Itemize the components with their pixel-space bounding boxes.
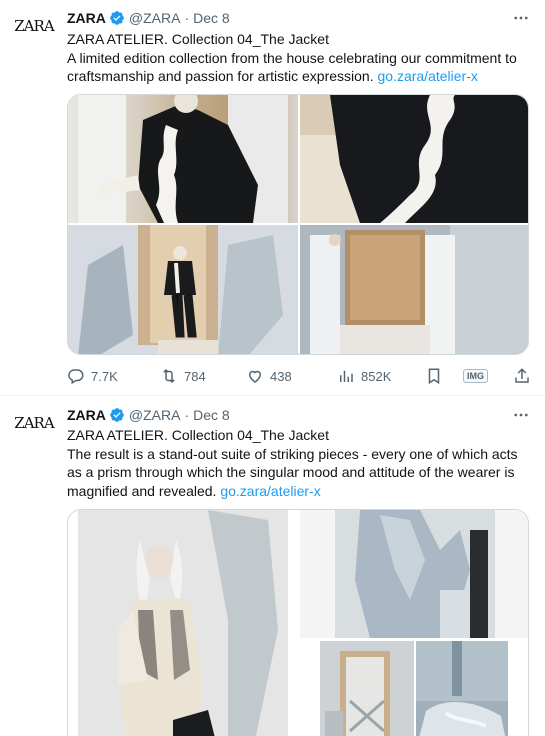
- share-icon: [515, 368, 529, 383]
- tweet-header: ZARA @ZARA · Dec 8: [67, 406, 230, 424]
- avatar[interactable]: ZARA: [14, 6, 54, 46]
- tweet-2[interactable]: ZARA ZARA @ZARA · Dec 8 ZARA ATELIER. Co…: [0, 397, 545, 736]
- media-grid[interactable]: [67, 509, 529, 736]
- verified-badge-icon: [110, 408, 124, 422]
- media-image-3-drawing: [320, 641, 414, 736]
- media-image-3[interactable]: [320, 641, 414, 736]
- separator-dot: ·: [184, 407, 190, 423]
- tweet-header: ZARA @ZARA · Dec 8: [67, 9, 230, 27]
- author-name[interactable]: ZARA: [67, 407, 106, 423]
- tweet-link[interactable]: go.zara/atelier-x: [220, 483, 320, 499]
- media-image-1[interactable]: [68, 95, 298, 223]
- share-button[interactable]: [513, 366, 537, 386]
- media-image-3-drawing: [68, 225, 298, 354]
- reply-icon: [68, 369, 84, 385]
- author-handle[interactable]: @ZARA: [129, 10, 181, 26]
- reply-button[interactable]: 7.7K: [67, 366, 118, 386]
- media-image-4[interactable]: [300, 225, 528, 354]
- reply-count: 7.7K: [91, 368, 118, 384]
- bookmark-icon: [428, 368, 440, 385]
- avatar[interactable]: ZARA: [14, 403, 54, 443]
- more-icon[interactable]: [511, 407, 531, 423]
- like-count: 438: [270, 368, 292, 384]
- tweet-date[interactable]: Dec 8: [193, 407, 230, 423]
- views-button[interactable]: 852K: [337, 366, 391, 386]
- tweet-1[interactable]: ZARA ZARA @ZARA · Dec 8 ZARA ATELIER. Co…: [0, 0, 545, 396]
- tweet-date[interactable]: Dec 8: [193, 10, 230, 26]
- verified-badge-icon: [110, 11, 124, 25]
- media-image-4-drawing: [416, 641, 508, 736]
- author-handle[interactable]: @ZARA: [129, 407, 181, 423]
- retweet-count: 784: [184, 368, 206, 384]
- tweet-actions: 7.7K 784 438 852K IMG: [67, 366, 533, 386]
- media-image-1[interactable]: [78, 510, 288, 736]
- tweet-title-line: ZARA ATELIER. Collection 04_The Jacket: [67, 31, 329, 47]
- tweet-title-line: ZARA ATELIER. Collection 04_The Jacket: [67, 427, 329, 443]
- more-icon[interactable]: [511, 10, 531, 26]
- views-icon: [340, 370, 353, 382]
- media-image-2[interactable]: [300, 95, 528, 223]
- retweet-icon: [163, 368, 175, 384]
- like-button[interactable]: 438: [246, 366, 292, 386]
- media-image-4-drawing: [300, 225, 528, 354]
- media-image-2-drawing: [300, 510, 528, 638]
- like-icon: [248, 370, 262, 383]
- views-count: 852K: [361, 368, 392, 384]
- bookmark-button[interactable]: [425, 366, 449, 386]
- media-image-4[interactable]: [416, 641, 508, 736]
- tweet-link[interactable]: go.zara/atelier-x: [377, 68, 477, 84]
- img-badge[interactable]: IMG: [463, 366, 488, 386]
- media-image-2-drawing: [300, 95, 528, 223]
- media-grid[interactable]: [67, 94, 529, 355]
- media-image-2[interactable]: [300, 510, 528, 638]
- tweet-text: ZARA ATELIER. Collection 04_The Jacket T…: [67, 426, 533, 500]
- tweet-text: ZARA ATELIER. Collection 04_The Jacket A…: [67, 30, 533, 86]
- img-badge-label: IMG: [463, 369, 488, 383]
- retweet-button[interactable]: 784: [160, 366, 206, 386]
- media-image-3[interactable]: [68, 225, 298, 354]
- media-image-1-drawing: [78, 510, 288, 736]
- media-image-1-drawing: [78, 95, 288, 223]
- separator-dot: ·: [184, 10, 190, 26]
- author-name[interactable]: ZARA: [67, 10, 106, 26]
